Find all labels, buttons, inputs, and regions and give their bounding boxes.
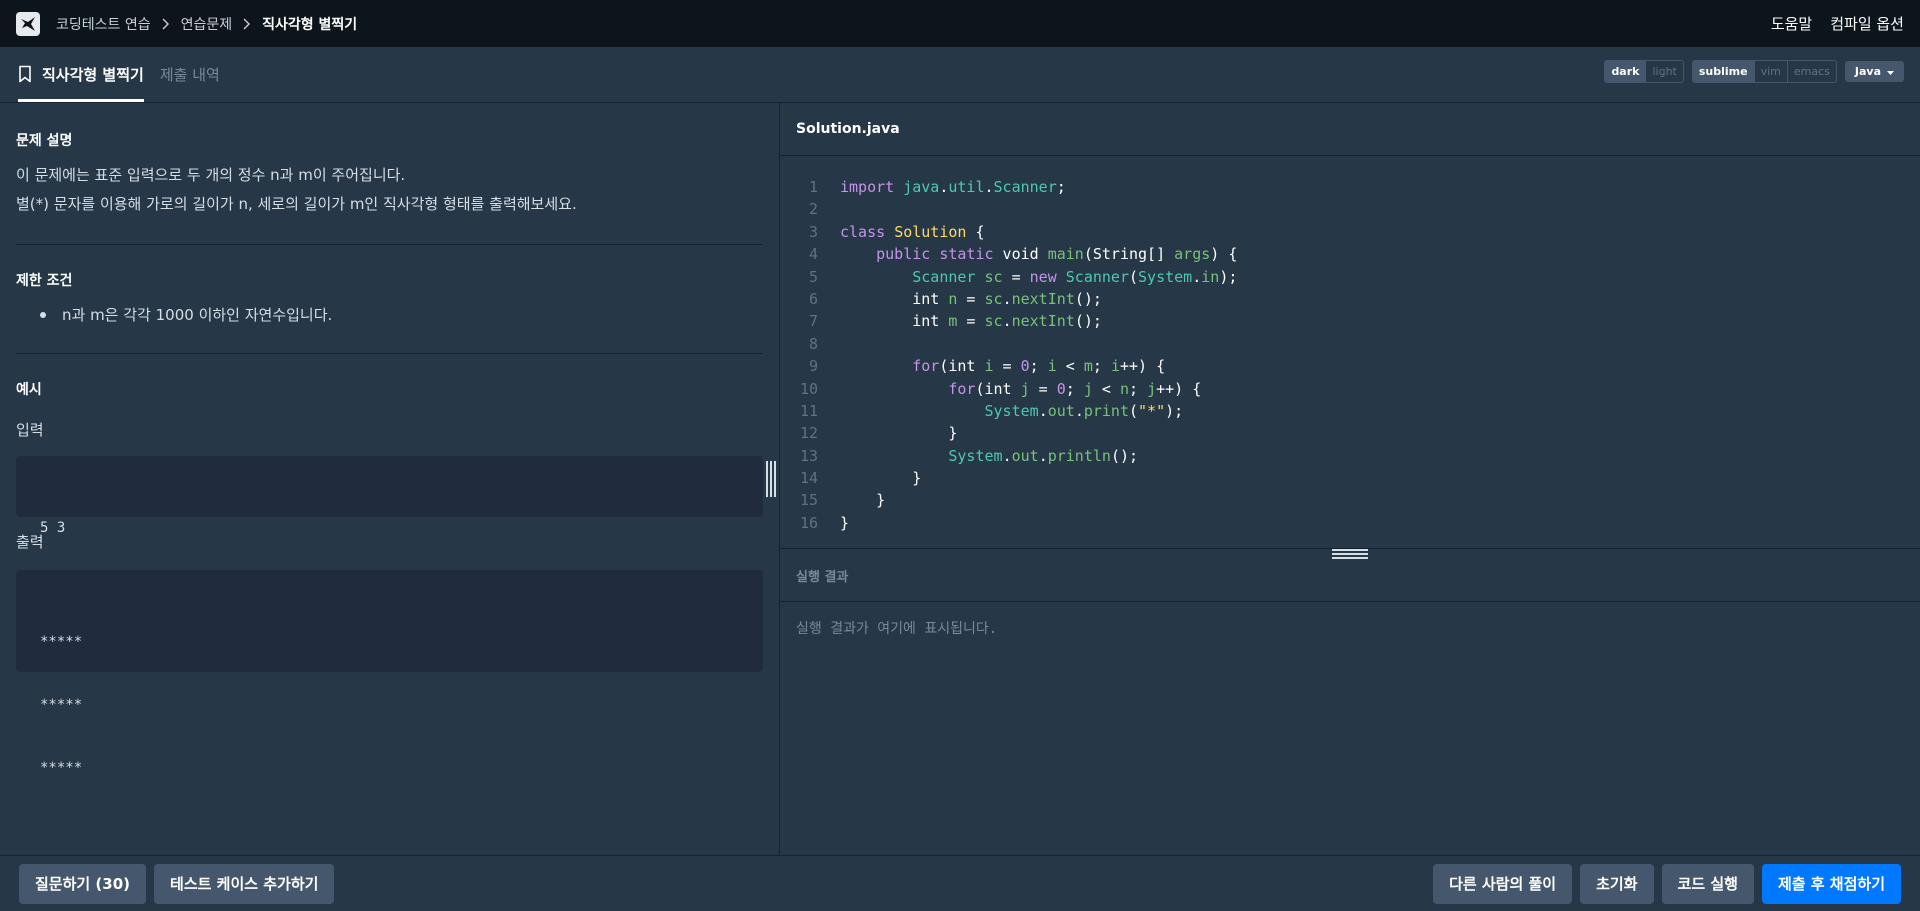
example-input: 5 3 <box>16 456 763 536</box>
breadcrumb-current: 직사각형 별찍기 <box>262 16 358 33</box>
line-number: 7 <box>808 312 818 331</box>
code-line: 15 } <box>780 489 1920 511</box>
output-label: 출력 <box>16 533 44 551</box>
code-line: 3 class Solution { <box>780 221 1920 243</box>
line-number: 16 <box>799 513 818 532</box>
add-testcase-button[interactable]: 테스트 케이스 추가하기 <box>154 863 335 904</box>
code-text[interactable]: } <box>840 489 885 511</box>
code-line: 9 for(int i = 0; i < m; i++) { <box>780 355 1920 377</box>
constraint-item: n과 m은 각각 1000 이하인 자연수입니다. <box>16 304 763 325</box>
keymap-sublime-button[interactable]: sublime <box>1692 61 1754 82</box>
code-line: 6 int n = sc.nextInt(); <box>780 288 1920 310</box>
problem-panel: 문제 설명 이 문제에는 표준 입력으로 두 개의 정수 n과 m이 주어집니다… <box>0 103 779 855</box>
bottom-bar: 질문하기 (30) 테스트 케이스 추가하기 다른 사람의 풀이 초기화 코드 … <box>0 855 1920 911</box>
language-select[interactable]: Java <box>1844 61 1904 82</box>
code-line: 13 System.out.println(); <box>780 445 1920 467</box>
code-text[interactable]: import java.util.Scanner; <box>840 176 1066 198</box>
code-text[interactable]: System.out.print("*"); <box>840 400 1184 422</box>
tab-submissions[interactable]: 제출 내역 <box>160 46 220 102</box>
theme-dark-button[interactable]: dark <box>1605 61 1646 82</box>
code-text[interactable]: } <box>840 422 957 444</box>
breadcrumb-practice[interactable]: 연습문제 <box>181 14 233 34</box>
code-line: 4 public static void main(String[] args)… <box>780 243 1920 265</box>
run-code-button[interactable]: 코드 실행 <box>1661 863 1754 904</box>
code-text[interactable]: public static void main(String[] args) { <box>840 243 1237 265</box>
line-number: 3 <box>808 222 818 241</box>
help-link[interactable]: 도움말 <box>1771 13 1812 34</box>
caret-down-icon <box>1887 65 1894 78</box>
code-editor[interactable]: 1 import java.util.Scanner; 2 3 class Solu… <box>780 156 1920 549</box>
line-number: 11 <box>799 401 818 420</box>
line-number: 14 <box>799 469 818 488</box>
file-name: Solution.java <box>780 103 1920 156</box>
code-text[interactable]: for(int j = 0; j < n; j++) { <box>840 378 1201 400</box>
code-line: 16} <box>780 512 1920 534</box>
line-number: 10 <box>799 379 818 398</box>
code-line: 12 } <box>780 422 1920 444</box>
result-output: 실행 결과가 여기에 표시됩니다. <box>796 621 998 637</box>
bullet-icon <box>40 311 46 318</box>
constraints-title: 제한 조건 <box>16 273 73 289</box>
others-solutions-button[interactable]: 다른 사람의 풀이 <box>1433 863 1573 904</box>
code-text[interactable]: } <box>840 512 849 534</box>
code-text[interactable]: Scanner sc = new Scanner(System.in); <box>840 266 1237 288</box>
editor-options: dark light sublime vim emacs Java <box>1604 60 1904 83</box>
code-text[interactable]: int n = sc.nextInt(); <box>840 288 1102 310</box>
line-number: 15 <box>799 491 818 510</box>
keymap-emacs-button[interactable]: emacs <box>1786 61 1836 82</box>
tab-problem-label: 직사각형 별찍기 <box>42 65 144 84</box>
submit-button[interactable]: 제출 후 채점하기 <box>1761 863 1901 904</box>
bookmark-icon[interactable] <box>18 65 32 83</box>
code-text[interactable]: for(int i = 0; i < m; i++) { <box>840 355 1165 377</box>
theme-light-button[interactable]: light <box>1645 61 1682 82</box>
chevron-right-icon <box>159 18 173 30</box>
code-line: 7 int m = sc.nextInt(); <box>780 310 1920 332</box>
code-line: 5 Scanner sc = new Scanner(System.in); <box>780 266 1920 288</box>
code-line: 10 for(int j = 0; j < n; j++) { <box>780 378 1920 400</box>
line-number: 5 <box>808 267 818 286</box>
description-line: 이 문제에는 표준 입력으로 두 개의 정수 n과 m이 주어집니다. <box>16 166 406 184</box>
tab-problem[interactable]: 직사각형 별찍기 <box>18 46 144 102</box>
keymap-vim-button[interactable]: vim <box>1753 61 1787 82</box>
code-line: 14 } <box>780 467 1920 489</box>
code-line: 2 <box>780 198 1920 220</box>
theme-toggle: dark light <box>1604 60 1684 83</box>
example-output: ***** ***** ***** <box>16 570 763 776</box>
chevron-right-icon <box>240 18 254 30</box>
line-number: 6 <box>808 289 818 308</box>
constraint-text: n과 m은 각각 1000 이하인 자연수입니다. <box>62 306 333 324</box>
compile-options-link[interactable]: 컴파일 옵션 <box>1830 13 1904 34</box>
reset-button[interactable]: 초기화 <box>1580 863 1654 904</box>
language-select-value: Java <box>1854 65 1881 78</box>
description-title: 문제 설명 <box>16 133 73 149</box>
line-number: 1 <box>808 178 818 196</box>
line-number: 12 <box>799 424 818 443</box>
ask-question-button[interactable]: 질문하기 (30) <box>19 863 147 904</box>
code-text[interactable]: int m = sc.nextInt(); <box>840 310 1102 332</box>
line-number: 4 <box>808 245 818 264</box>
input-label: 입력 <box>16 421 44 439</box>
line-number: 8 <box>808 334 818 353</box>
top-nav: 코딩테스트 연습 연습문제 직사각형 별찍기 도움말 컴파일 옵션 <box>0 0 1920 47</box>
vertical-resize-handle[interactable] <box>766 461 776 497</box>
code-line: 1 import java.util.Scanner; <box>780 176 1920 198</box>
code-text[interactable]: class Solution { <box>840 221 985 243</box>
breadcrumb-coding-test[interactable]: 코딩테스트 연습 <box>56 14 151 34</box>
description-line: 별(*) 문자를 이용해 가로의 길이가 n, 세로의 길이가 m인 직사각형 … <box>16 195 577 213</box>
example-output-line: ***** <box>40 697 83 713</box>
logo-icon[interactable] <box>16 11 40 36</box>
editor-panel: Solution.java 1 import java.util.Scanner;… <box>780 103 1920 855</box>
example-output-line: ***** <box>40 634 83 650</box>
keymap-toggle: sublime vim emacs <box>1691 60 1837 83</box>
code-text[interactable]: } <box>840 467 921 489</box>
example-output-line: ***** <box>40 760 83 776</box>
line-number: 9 <box>808 357 818 376</box>
line-number: 13 <box>799 446 818 465</box>
example-title: 예시 <box>16 382 42 398</box>
code-line: 8 <box>780 333 1920 355</box>
horizontal-resize-handle[interactable] <box>1332 549 1368 559</box>
code-line: 11 System.out.print("*"); <box>780 400 1920 422</box>
code-text[interactable]: System.out.println(); <box>840 445 1138 467</box>
line-number: 2 <box>808 200 818 219</box>
